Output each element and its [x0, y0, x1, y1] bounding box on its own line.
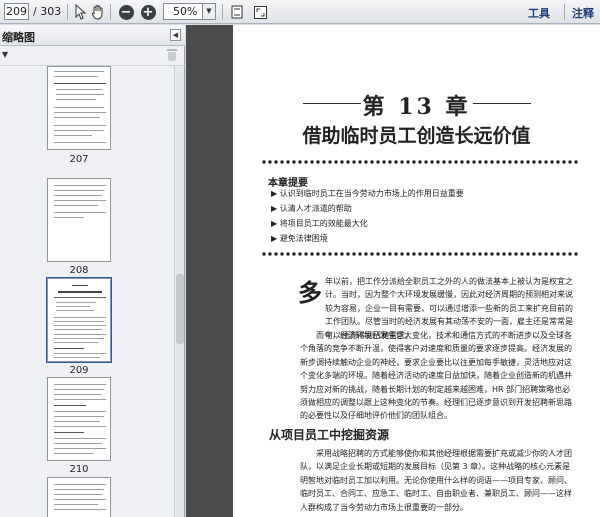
document-page: 第 13 章 借助临时员工创造长远价值 本章提要 ▶ 认识到临时员工在当今劳动力…	[233, 25, 600, 517]
section-heading: 从项目员工中挖掘资源	[269, 428, 390, 442]
thumbnail-page-label: 207	[69, 154, 89, 165]
chapter-title: 借助临时员工创造长远价值	[302, 125, 531, 147]
drop-cap: 多	[298, 278, 322, 307]
thumbnail-page-label: 210	[69, 464, 89, 475]
toolbar-separator	[67, 4, 68, 20]
toolbar: 209 / 303 − + 50% ▼ 工具 注释	[0, 0, 600, 24]
toolbar-separator	[110, 4, 111, 20]
page-number-input[interactable]: 209	[4, 3, 29, 20]
panel-options-bar: ▼	[0, 46, 185, 66]
plus-icon: +	[140, 4, 156, 20]
key-points-heading: 本章提要	[268, 178, 308, 189]
tools-menu[interactable]: 工具	[528, 5, 550, 21]
page-total: / 303	[33, 5, 62, 18]
thumbnail-page-label: 209	[69, 365, 89, 376]
key-point-item: ▶ 认识到临时员工在当今劳动力市场上的作用日益重要	[271, 189, 464, 198]
zoom-level-field[interactable]: 50%	[163, 3, 203, 20]
zoom-dropdown-arrow-icon[interactable]: ▼	[203, 3, 216, 20]
body-paragraph: 采用战略招聘的方式能够使你和其他经理根据需要扩充或减少你的人才团队，以满足企业长…	[300, 449, 572, 512]
page-thumbnail[interactable]	[47, 178, 111, 262]
fit-page-icon[interactable]	[227, 2, 247, 22]
panel-header: 缩略图 ◀	[0, 25, 185, 46]
thumbnail-scrollbar[interactable]	[174, 66, 184, 517]
page-thumbnail[interactable]	[47, 66, 111, 150]
options-dropdown-icon[interactable]: ▼	[2, 50, 8, 59]
zoom-in-button[interactable]: +	[138, 2, 158, 22]
comment-menu[interactable]: 注释	[572, 5, 594, 21]
collapse-panel-button[interactable]: ◀	[170, 29, 181, 41]
key-point-item: ▶ 避免法律困境	[271, 234, 328, 243]
page-thumbnail[interactable]	[47, 377, 111, 461]
document-viewer[interactable]: 第 13 章 借助临时员工创造长远价值 本章提要 ▶ 认识到临时员工在当今劳动力…	[186, 25, 600, 517]
full-screen-icon[interactable]	[250, 2, 270, 22]
page-thumbnail[interactable]	[47, 477, 111, 517]
page-thumbnail-selected[interactable]	[46, 277, 112, 363]
toolbar-separator	[564, 4, 565, 20]
thumbnail-panel: 缩略图 ◀ ▼ 207 208 209 210	[0, 25, 185, 517]
trash-icon[interactable]	[167, 49, 177, 61]
toolbar-separator	[222, 4, 223, 20]
key-point-item: ▶ 认清人才派遣的帮助	[271, 204, 352, 213]
body-paragraph: 而今，经济环境已发生巨大变化，技术和通信方式的不断进步以及全球各个角落的竞争不断…	[300, 331, 572, 421]
panel-title: 缩略图	[2, 31, 35, 44]
hand-tool-icon[interactable]	[88, 2, 108, 22]
scrollbar-thumb[interactable]	[176, 274, 184, 344]
dotted-divider	[261, 159, 579, 165]
dotted-divider	[261, 251, 579, 257]
key-point-item: ▶ 将项目员工的效能最大化	[271, 219, 368, 228]
chapter-number: 第 13 章	[362, 94, 471, 120]
minus-icon: −	[118, 4, 134, 20]
zoom-out-button[interactable]: −	[116, 2, 136, 22]
thumbnail-page-label: 208	[69, 265, 89, 276]
